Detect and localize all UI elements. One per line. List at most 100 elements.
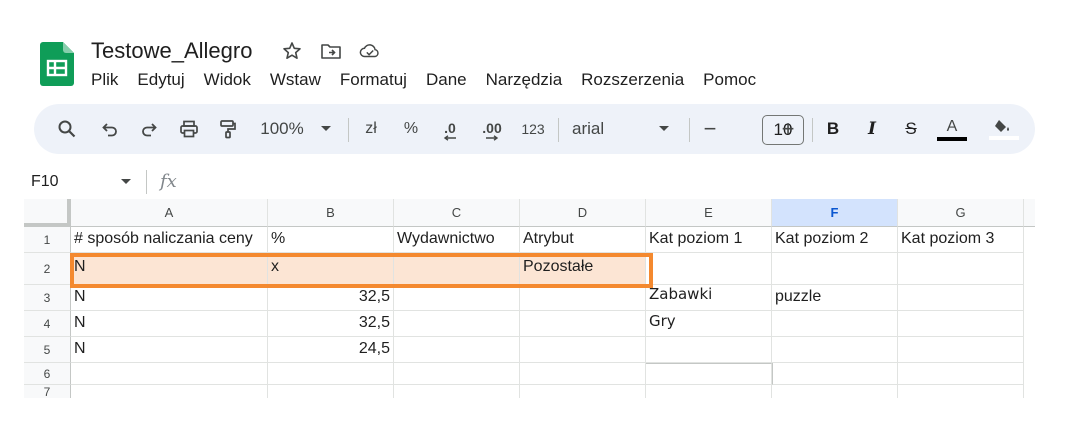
column-header-a[interactable]: A [71, 199, 268, 227]
cell-c4[interactable] [394, 311, 520, 337]
cell-d5[interactable] [520, 337, 646, 363]
column-header-d[interactable]: D [520, 199, 646, 227]
menu-edit[interactable]: Edytuj [137, 70, 184, 90]
cell-f4[interactable] [772, 311, 898, 337]
name-box[interactable]: F10 [31, 173, 59, 191]
cell-f3[interactable]: puzzle [772, 285, 898, 311]
cell-g5[interactable] [898, 337, 1024, 363]
toolbar-divider [812, 118, 813, 142]
select-all-corner[interactable] [24, 199, 71, 227]
row-header-6[interactable]: 6 [24, 363, 71, 385]
menu-view[interactable]: Widok [204, 70, 251, 90]
column-header-c[interactable]: C [394, 199, 520, 227]
cell-c1[interactable]: Wydawnictwo [394, 227, 520, 253]
menu-file[interactable]: Plik [91, 70, 118, 90]
cell-g3[interactable] [898, 285, 1024, 311]
strikethrough-button[interactable]: S [899, 104, 923, 154]
cell-g4[interactable] [898, 311, 1024, 337]
cell-f2[interactable] [772, 253, 898, 285]
cell-f5[interactable] [772, 337, 898, 363]
cell-g2[interactable] [898, 253, 1024, 285]
cell-d6[interactable] [520, 363, 646, 385]
move-to-folder-icon[interactable] [320, 40, 342, 62]
cell-e3[interactable]: Zabawki [646, 285, 772, 311]
cell-c5[interactable] [394, 337, 520, 363]
column-header-b[interactable]: B [268, 199, 394, 227]
cell-e5[interactable] [646, 337, 772, 363]
increase-decimal-button[interactable]: .00 [475, 104, 509, 154]
column-header-g[interactable]: G [898, 199, 1024, 227]
zoom-dropdown-icon[interactable] [316, 104, 336, 154]
increase-font-size-button[interactable]: + [775, 104, 801, 154]
cell-a3[interactable]: N [71, 285, 268, 311]
cell-g6[interactable] [898, 363, 1024, 385]
cell-b3[interactable]: 32,5 [268, 285, 394, 311]
highlight-frame [70, 253, 653, 288]
fill-color-swatch [989, 136, 1019, 140]
text-color-button[interactable]: A [937, 104, 967, 154]
row-header-4[interactable]: 4 [24, 311, 71, 337]
row-header-2[interactable]: 2 [24, 253, 71, 285]
menu-tools[interactable]: Narzędzia [486, 70, 563, 90]
cell-b5[interactable]: 24,5 [268, 337, 394, 363]
cell-f1[interactable]: Kat poziom 2 [772, 227, 898, 253]
print-icon[interactable] [176, 104, 202, 154]
menu-data[interactable]: Dane [426, 70, 467, 90]
cell-b1[interactable]: % [268, 227, 394, 253]
menu-insert[interactable]: Wstaw [270, 70, 321, 90]
row-header-1[interactable]: 1 [24, 227, 71, 253]
page-bottom-margin [0, 398, 1072, 434]
column-header-h[interactable] [1024, 199, 1035, 227]
cell-e2[interactable] [646, 253, 772, 285]
cell-c3[interactable] [394, 285, 520, 311]
menu-format[interactable]: Formatuj [340, 70, 407, 90]
bold-button[interactable]: B [821, 104, 845, 154]
text-color-swatch [937, 137, 967, 141]
cell-e1[interactable]: Kat poziom 1 [646, 227, 772, 253]
cell-d4[interactable] [520, 311, 646, 337]
percent-format-button[interactable]: % [398, 104, 424, 154]
name-box-dropdown-icon[interactable] [120, 175, 132, 189]
cell-e6[interactable] [646, 363, 772, 385]
star-icon[interactable] [281, 40, 303, 62]
toolbar: 100% zł % .0 .00 123 arial − 10 + B I S … [34, 104, 1035, 154]
font-family-select[interactable]: arial [572, 104, 618, 154]
cell-d3[interactable] [520, 285, 646, 311]
cell-e4[interactable]: Gry [646, 311, 772, 337]
undo-icon[interactable] [98, 104, 122, 154]
fill-color-button[interactable] [989, 104, 1019, 154]
increase-decimal-label: .00 [482, 120, 502, 136]
cell-g1[interactable]: Kat poziom 3 [898, 227, 1024, 253]
currency-format-button[interactable]: zł [358, 104, 384, 154]
cell-b6[interactable] [268, 363, 394, 385]
paint-bucket-icon [995, 120, 1009, 132]
column-header-e[interactable]: E [646, 199, 772, 227]
cell-a6[interactable] [71, 363, 268, 385]
menu-help[interactable]: Pomoc [703, 70, 756, 90]
font-dropdown-icon[interactable] [654, 104, 674, 154]
cell-a1[interactable]: # sposób naliczania ceny [71, 227, 268, 253]
cell-c6[interactable] [394, 363, 520, 385]
redo-icon[interactable] [137, 104, 161, 154]
decrease-font-size-button[interactable]: − [697, 104, 723, 154]
row-header-5[interactable]: 5 [24, 337, 71, 363]
number-format-button[interactable]: 123 [518, 104, 548, 154]
fx-icon: fx [160, 171, 177, 192]
sheets-logo-icon[interactable] [40, 42, 74, 86]
row-header-3[interactable]: 3 [24, 285, 71, 311]
cell-a5[interactable]: N [71, 337, 268, 363]
column-header-f[interactable]: F [772, 199, 898, 227]
cloud-saved-icon[interactable] [359, 40, 381, 62]
cell-a4[interactable]: N [71, 311, 268, 337]
zoom-select[interactable]: 100% [256, 104, 308, 154]
cell-d1[interactable]: Atrybut [520, 227, 646, 253]
cell-f6[interactable] [772, 363, 898, 385]
arrow-left-icon [443, 135, 456, 141]
menu-extensions[interactable]: Rozszerzenia [581, 70, 684, 90]
search-menus-icon[interactable] [54, 104, 80, 154]
decrease-decimal-button[interactable]: .0 [435, 104, 465, 154]
italic-button[interactable]: I [860, 104, 884, 154]
cell-b4[interactable]: 32,5 [268, 311, 394, 337]
paint-format-icon[interactable] [215, 104, 241, 154]
document-title[interactable]: Testowe_Allegro [91, 38, 252, 64]
